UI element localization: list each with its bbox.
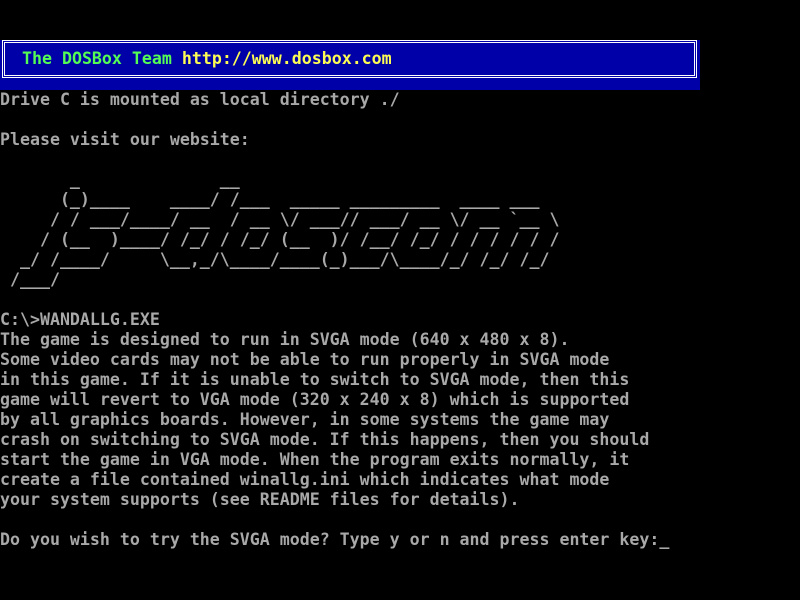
terminal-cursor: _ bbox=[659, 530, 669, 549]
dosbox-banner-text: The DOSBox Team http://www.dosbox.com bbox=[5, 49, 392, 69]
dosbox-url-text: http://www.dosbox.com bbox=[182, 49, 392, 68]
dosbox-screen: The DOSBox Team http://www.dosbox.com Dr… bbox=[0, 0, 800, 600]
dosbox-team-label: The DOSBox Team bbox=[22, 49, 182, 68]
svga-question-text: Do you wish to try the SVGA mode? Type y… bbox=[0, 530, 659, 549]
website-prompt-line: Please visit our website: bbox=[0, 130, 250, 150]
mount-status-line: Drive C is mounted as local directory ./ bbox=[0, 90, 400, 110]
program-output: C:\>WANDALLG.EXE The game is designed to… bbox=[0, 310, 649, 510]
dosbox-banner: The DOSBox Team http://www.dosbox.com bbox=[0, 40, 700, 90]
terminal-input-line[interactable]: Do you wish to try the SVGA mode? Type y… bbox=[0, 530, 669, 550]
jsdos-ascii-logo: _ __ (_)____ ____/ /___ _____ _________ … bbox=[0, 170, 559, 290]
dosbox-banner-box: The DOSBox Team http://www.dosbox.com bbox=[2, 40, 697, 78]
